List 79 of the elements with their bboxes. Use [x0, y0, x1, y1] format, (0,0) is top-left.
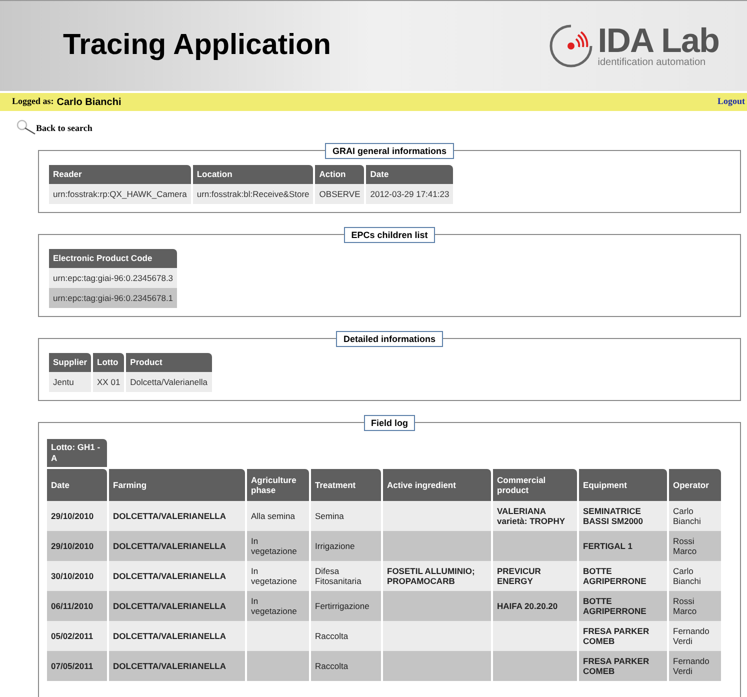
- table-cell: 30/10/2010: [47, 561, 107, 591]
- column-header: Date: [47, 469, 107, 501]
- column-header: Treatment: [311, 469, 381, 501]
- table-cell: BOTTE AGRIPERRONE: [579, 591, 667, 621]
- table-cell: In vegetazione: [247, 591, 309, 621]
- table-cell: Fernando Verdi: [669, 621, 721, 651]
- table-cell: DOLCETTA/VALERIANELLA: [109, 591, 245, 621]
- logo-tagline: identification automation: [598, 58, 707, 68]
- section-legend: Field log: [364, 415, 415, 431]
- table-cell: Difesa Fitosanitaria: [311, 561, 381, 591]
- table-cell: [247, 621, 309, 651]
- column-header: Electronic Product Code: [49, 249, 178, 268]
- table-cell: 29/10/2010: [47, 531, 107, 561]
- table-cell: Jentu: [49, 372, 92, 392]
- table-cell: urn:epc:tag:giai-96:0.2345678.3: [49, 268, 178, 288]
- table-cell: Fertirrigazione: [311, 591, 381, 621]
- table-cell: urn:fosstrak:rp:QX_HAWK_Camera: [49, 184, 191, 204]
- section-legend: Detailed informations: [336, 331, 442, 347]
- table-cell: PREVICUR ENERGY: [493, 561, 577, 591]
- column-header: Operator: [669, 469, 721, 501]
- column-header: Action: [315, 165, 364, 184]
- column-header: Date: [366, 165, 454, 184]
- table-cell: Raccolta: [311, 621, 381, 651]
- table-cell: In vegetazione: [247, 561, 309, 591]
- column-header: Reader: [49, 165, 191, 184]
- section-legend: EPCs children list: [344, 227, 435, 243]
- column-header: Product: [126, 353, 212, 372]
- column-header: Commercial product: [493, 469, 577, 501]
- logout-link[interactable]: Logout: [717, 95, 745, 109]
- back-to-search-link[interactable]: Back to search: [36, 122, 92, 135]
- table-cell: urn:epc:tag:giai-96:0.2345678.1: [49, 288, 178, 308]
- table-cell: FRESA PARKER COMEB: [579, 651, 667, 681]
- section-legend: GRAI general informations: [325, 143, 454, 159]
- table-cell: urn:fosstrak:bl:Receive&Store: [192, 184, 314, 204]
- lotto-tab[interactable]: Lotto: GH1 - A: [47, 439, 107, 467]
- column-header: Equipment: [579, 469, 667, 501]
- table-cell: Rossi Marco: [669, 531, 721, 561]
- column-header: Lotto: [93, 353, 124, 372]
- table-cell: 05/02/2011: [47, 621, 107, 651]
- table-cell: Alla semina: [247, 501, 309, 531]
- table-cell: 2012-03-29 17:41:23: [366, 184, 454, 204]
- table-cell: SEMINATRICE BASSI SM2000: [579, 501, 667, 531]
- table-cell: FRESA PARKER COMEB: [579, 621, 667, 651]
- column-header: Agriculture phase: [247, 469, 309, 501]
- table-cell: VALERIANA varietà: TROPHY: [493, 501, 577, 531]
- column-header: Farming: [109, 469, 245, 501]
- table-cell: DOLCETTA/VALERIANELLA: [109, 501, 245, 531]
- table-cell: DOLCETTA/VALERIANELLA: [109, 531, 245, 561]
- table-cell: FERTIGAL 1: [579, 531, 667, 561]
- app-title: Tracing Application: [63, 28, 332, 64]
- table-cell: Fernando Verdi: [669, 651, 721, 681]
- table-cell: HAIFA 20.20.20: [493, 591, 577, 621]
- table-cell: FOSETIL ALLUMINIO; PROPAMOCARB: [383, 561, 491, 591]
- column-header: Active ingredient: [383, 469, 491, 501]
- search-icon: [16, 119, 36, 135]
- table-cell: DOLCETTA/VALERIANELLA: [109, 561, 245, 591]
- table-cell: 07/05/2011: [47, 651, 107, 681]
- table-cell: DOLCETTA/VALERIANELLA: [109, 651, 245, 681]
- table-cell: 06/11/2010: [47, 591, 107, 621]
- table-cell: Carlo Bianchi: [669, 561, 721, 591]
- user-name: Carlo Bianchi: [56, 96, 122, 110]
- column-header: Location: [192, 165, 314, 184]
- table-cell: Rossi Marco: [669, 591, 721, 621]
- table-cell: Raccolta: [311, 651, 381, 681]
- table-cell: Dolcetta/Valerianella: [126, 372, 212, 392]
- table-cell: XX 01: [93, 372, 124, 392]
- table-cell: Carlo Bianchi: [669, 501, 721, 531]
- logo-name: IDA Lab: [598, 24, 719, 58]
- table-cell: 29/10/2010: [47, 501, 107, 531]
- table-cell: OBSERVE: [315, 184, 364, 204]
- table-cell: In vegetazione: [247, 531, 309, 561]
- table-cell: [247, 651, 309, 681]
- table-cell: BOTTE AGRIPERRONE: [579, 561, 667, 591]
- table-cell: Semina: [311, 501, 381, 531]
- column-header: Supplier: [49, 353, 92, 372]
- table-cell: Irrigazione: [311, 531, 381, 561]
- logged-as-label: Logged as:: [12, 95, 54, 108]
- table-cell: DOLCETTA/VALERIANELLA: [109, 621, 245, 651]
- logo-icon: [548, 23, 594, 69]
